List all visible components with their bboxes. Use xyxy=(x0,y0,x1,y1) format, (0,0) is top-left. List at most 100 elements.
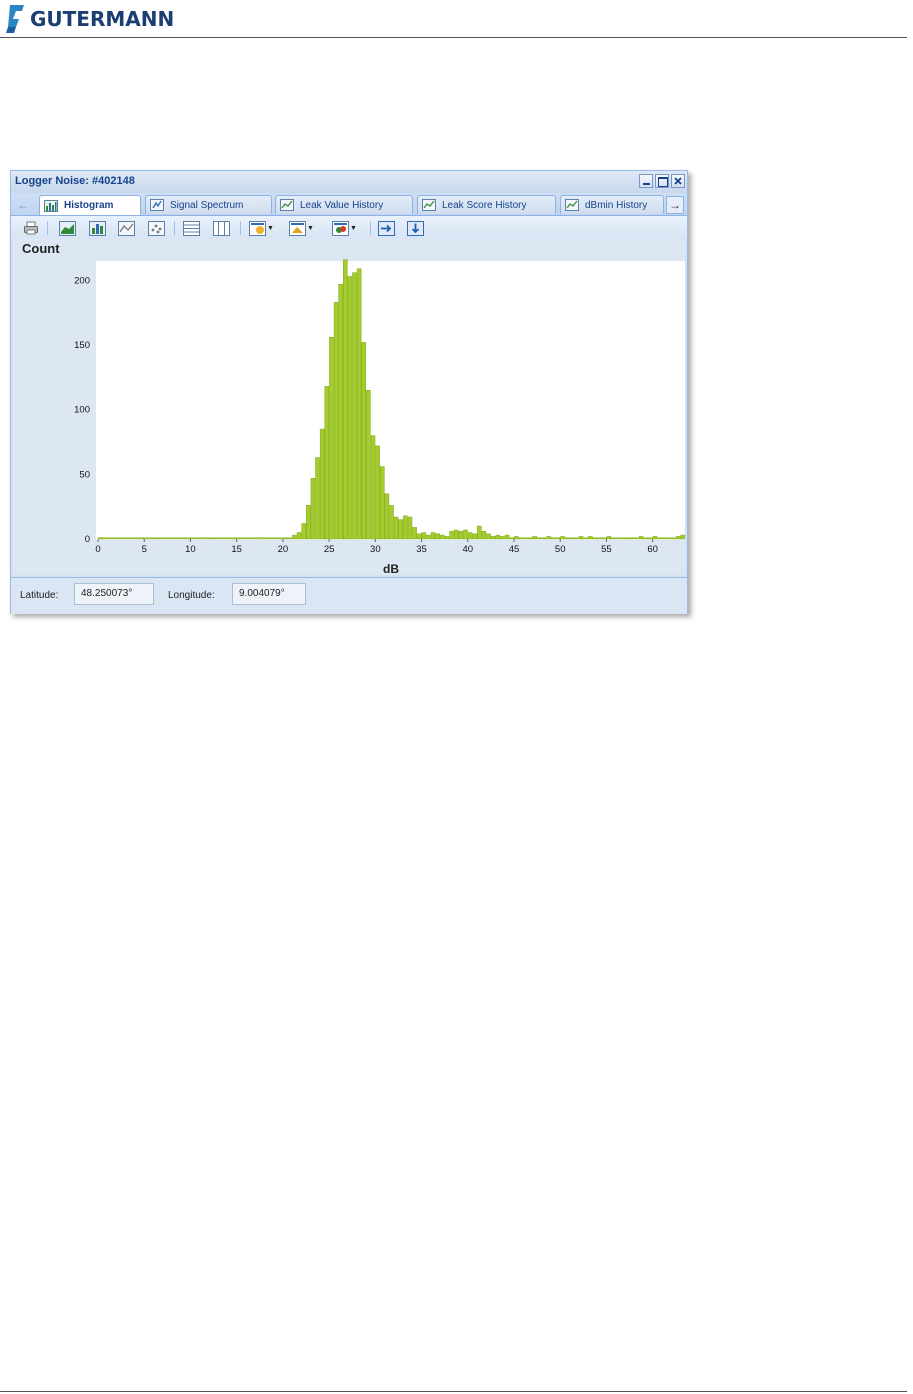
tab-dbmin-history[interactable]: dBmin History xyxy=(560,195,664,214)
tab-label: Leak Value History xyxy=(300,199,384,211)
histogram-bar xyxy=(135,537,140,540)
close-button[interactable] xyxy=(671,174,685,188)
histogram-bar xyxy=(606,536,611,540)
histogram-bar xyxy=(116,537,122,540)
toolbar-separator xyxy=(47,221,48,235)
histogram-bar xyxy=(139,537,145,540)
minimize-button[interactable] xyxy=(639,174,653,188)
import-icon xyxy=(407,220,424,236)
histogram-bar xyxy=(158,537,163,540)
tab-label: dBmin History xyxy=(585,199,648,211)
latitude-label: Latitude: xyxy=(20,590,59,601)
histogram-bar xyxy=(153,537,159,540)
gutermann-logo-icon xyxy=(6,5,24,33)
tab-histogram[interactable]: Histogram xyxy=(39,195,141,215)
histogram-bar xyxy=(555,537,561,540)
histogram-bar xyxy=(343,259,348,540)
histogram-bar xyxy=(292,534,297,540)
histogram-bar xyxy=(333,302,339,540)
histogram-bar xyxy=(495,534,501,540)
area-chart-button[interactable] xyxy=(118,220,135,236)
logger-noise-window: Logger Noise: #402148 ← Histogram Signal… xyxy=(10,170,688,614)
histogram-bar xyxy=(426,534,431,540)
histogram-bar xyxy=(264,537,269,540)
vertical-grid-button[interactable] xyxy=(213,220,230,236)
histogram-bar xyxy=(537,537,542,540)
histogram-bar xyxy=(638,536,644,540)
histogram-bar xyxy=(375,445,380,540)
export-button[interactable] xyxy=(378,220,395,236)
histogram-bar xyxy=(680,534,685,540)
histogram-bar xyxy=(273,537,279,540)
histogram-bar xyxy=(185,537,191,540)
color-palette-dropdown[interactable]: ▼ xyxy=(249,220,274,236)
status-bar: Latitude: 48.250073° Longitude: 9.004079… xyxy=(11,577,687,614)
gutermann-logo: GUTERMANN xyxy=(4,3,174,35)
latitude-field: 48.250073° xyxy=(74,583,154,605)
histogram-bar xyxy=(440,534,445,540)
histogram-bar xyxy=(615,537,621,540)
toolbar-separator xyxy=(240,221,241,235)
tab-leak-score-history[interactable]: Leak Score History xyxy=(417,195,556,214)
histogram-bar xyxy=(430,532,436,540)
histogram-bar xyxy=(347,276,353,540)
maximize-button[interactable] xyxy=(655,174,669,188)
chevron-down-icon: ▼ xyxy=(350,224,357,232)
tab-signal-spectrum[interactable]: Signal Spectrum xyxy=(145,195,272,214)
histogram-chart: Count 0 50 100 150 200 0 5 10 15 20 25 30 35 40 45 50 5… xyxy=(13,239,685,575)
close-icon xyxy=(674,177,682,185)
histogram-bar xyxy=(384,493,390,540)
chart-style-dropdown[interactable]: ▼ xyxy=(289,220,314,236)
x-tick-label: 50 xyxy=(555,544,566,555)
histogram-bar xyxy=(652,536,658,540)
histogram-bar xyxy=(523,537,528,540)
histogram-bar xyxy=(389,505,394,540)
histogram-bar xyxy=(111,537,117,540)
import-button[interactable] xyxy=(407,220,424,236)
histogram-bar xyxy=(643,537,648,540)
x-tick-label: 15 xyxy=(231,544,242,555)
header-divider xyxy=(0,37,907,38)
bar-chart-button[interactable] xyxy=(89,220,106,236)
histogram-bar xyxy=(514,536,519,540)
line-chart-button[interactable] xyxy=(59,220,76,236)
histogram-bar xyxy=(486,533,491,540)
histogram-bar xyxy=(148,537,154,540)
histogram-bar xyxy=(666,537,672,540)
histogram-bar xyxy=(361,342,367,540)
histogram-bar xyxy=(190,537,196,540)
tab-scroll-right-button[interactable]: → xyxy=(666,196,684,214)
histogram-bar xyxy=(310,477,316,540)
scatter-chart-button[interactable] xyxy=(148,220,165,236)
arrow-left-icon: ← xyxy=(17,198,29,212)
histogram-bar xyxy=(176,537,182,540)
histogram-bar xyxy=(449,530,454,540)
histogram-bar xyxy=(324,386,330,540)
histogram-bar xyxy=(125,537,131,540)
vertical-lines-icon xyxy=(213,220,230,236)
print-icon xyxy=(24,221,38,235)
scatter-chart-icon xyxy=(148,220,165,236)
histogram-bar xyxy=(564,537,570,540)
horizontal-grid-button[interactable] xyxy=(183,220,200,236)
histogram-bar xyxy=(587,536,593,540)
histogram-bar xyxy=(269,537,274,540)
histogram-bar xyxy=(601,537,607,540)
histogram-bar xyxy=(675,536,681,540)
document-header: GUTERMANN xyxy=(0,0,913,38)
histogram-bar xyxy=(319,428,325,540)
histogram-bar xyxy=(500,536,505,540)
tab-scroll-left-button[interactable]: ← xyxy=(14,197,32,213)
histogram-bar xyxy=(504,534,510,540)
histogram-bar xyxy=(518,537,524,540)
print-button[interactable] xyxy=(23,220,39,236)
bar-chart-icon xyxy=(44,199,58,212)
minimize-icon xyxy=(643,183,650,185)
window-titlebar[interactable]: Logger Noise: #402148 xyxy=(11,171,687,193)
histogram-bar xyxy=(435,533,440,540)
longitude-field: 9.004079° xyxy=(232,583,306,605)
histogram-bar xyxy=(541,537,547,540)
tab-leak-value-history[interactable]: Leak Value History xyxy=(275,195,413,214)
histogram-bar xyxy=(222,537,228,540)
chart-options-dropdown[interactable]: ▼ xyxy=(332,220,357,236)
